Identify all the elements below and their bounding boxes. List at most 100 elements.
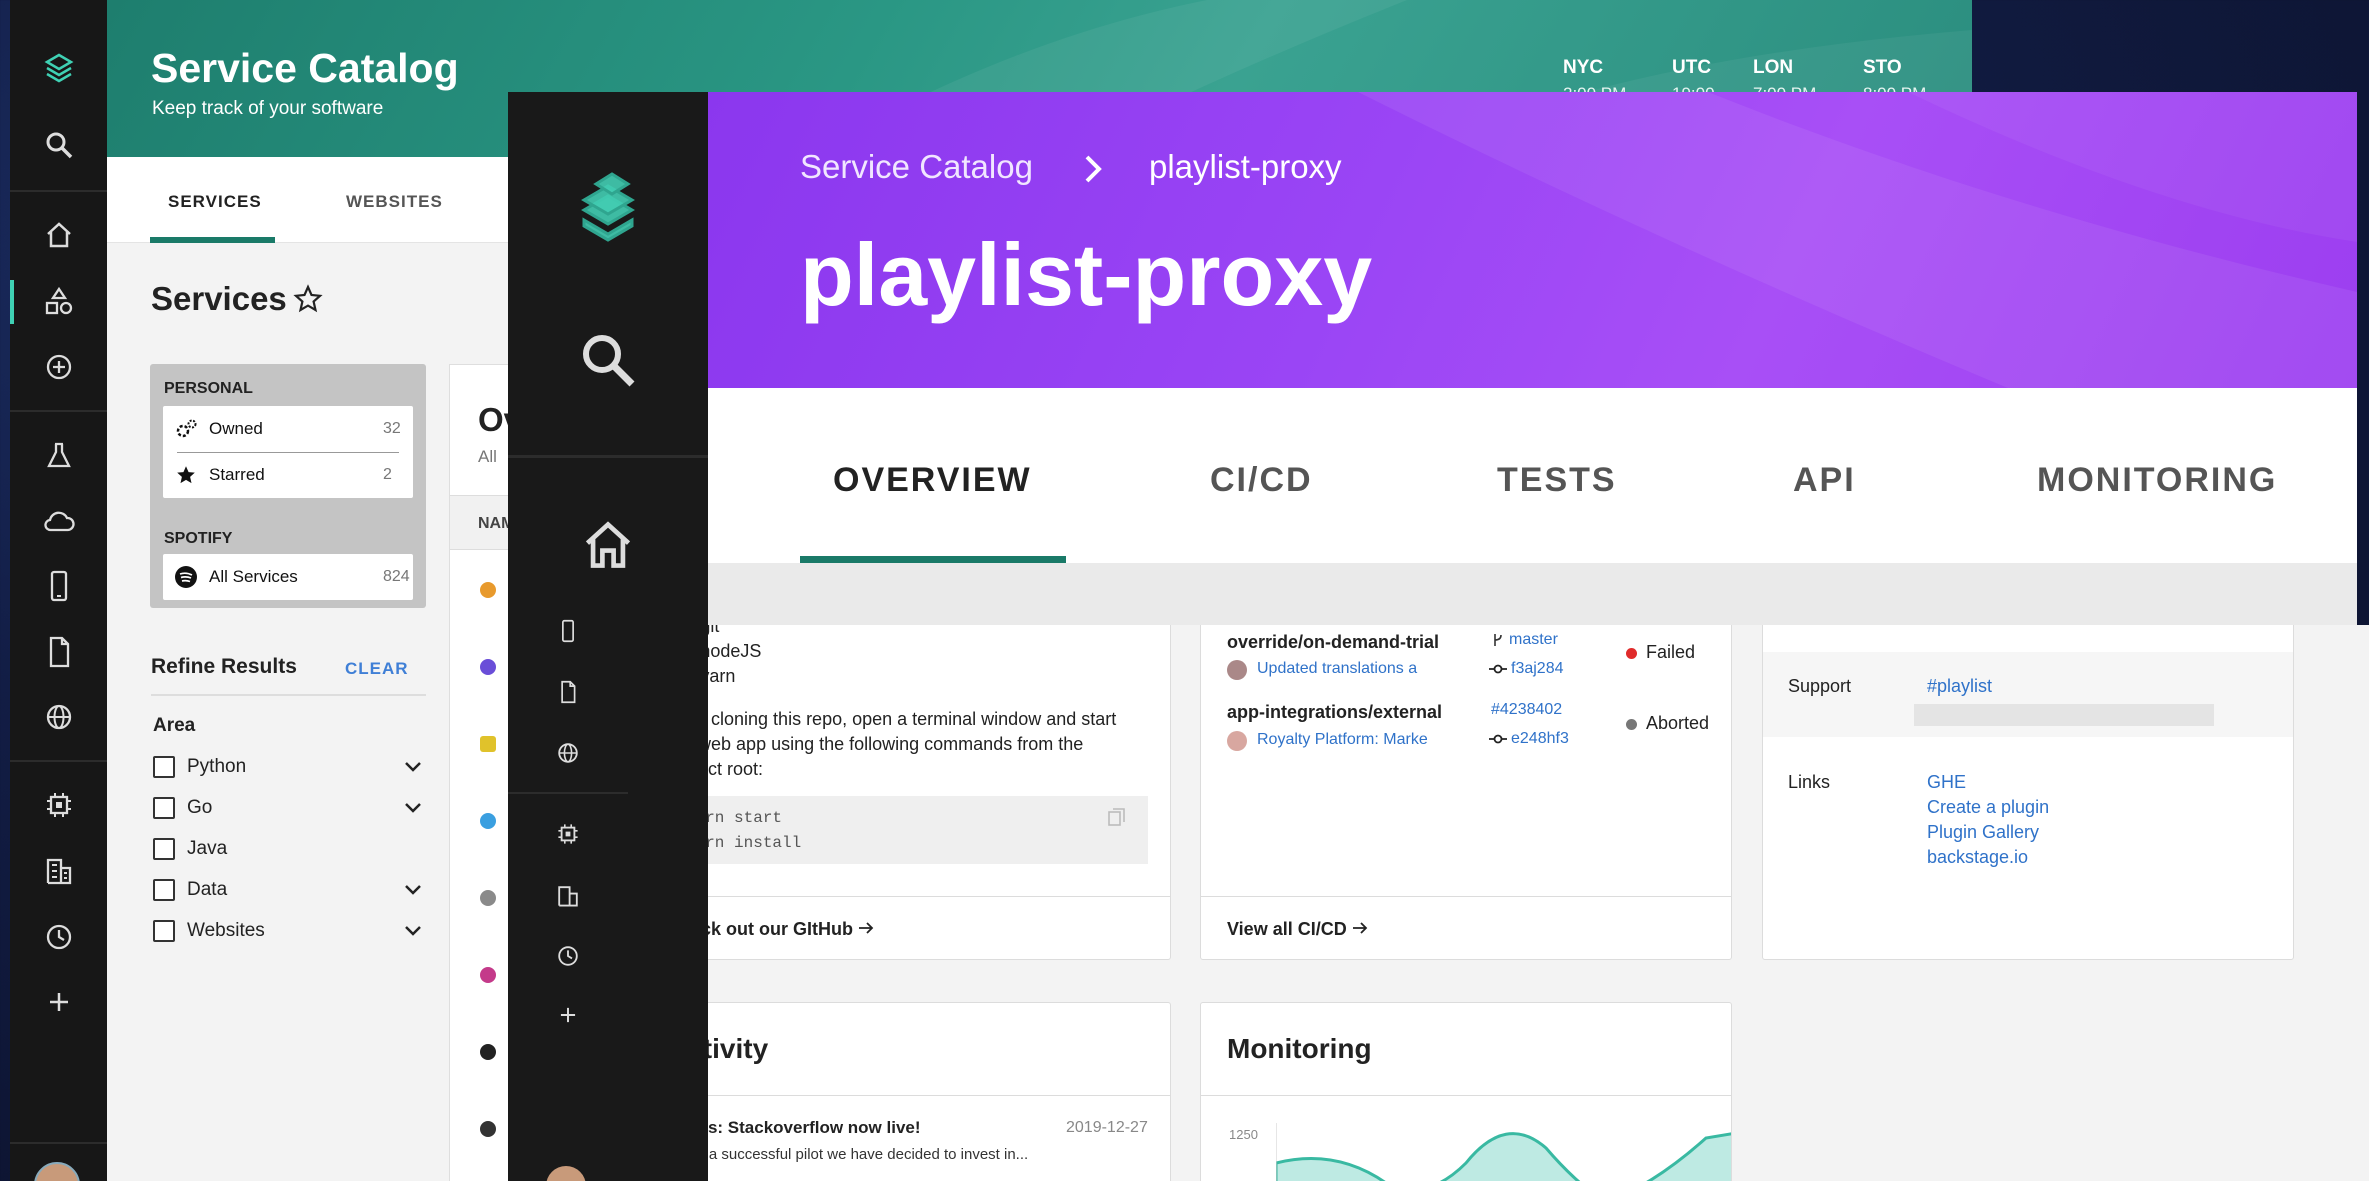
link-backstage[interactable]: backstage.io [1927,847,2028,868]
link-plugin-gallery[interactable]: Plugin Gallery [1927,822,2039,843]
tab-monitoring[interactable]: MONITORING [2037,461,2277,500]
home-icon[interactable] [10,220,107,250]
add-circle-icon[interactable] [10,352,107,382]
document-icon[interactable] [10,636,107,668]
service-icon [480,1044,496,1060]
tab-websites[interactable]: WEBSITES [346,192,443,212]
link-create-plugin[interactable]: Create a plugin [1927,797,2049,818]
header-title: Service Catalog [151,45,459,91]
front-sidebar [508,92,708,1181]
area-option-go[interactable]: Go [153,793,423,823]
area-option-python[interactable]: Python [153,752,423,782]
tab-api[interactable]: API [1793,461,1856,500]
service-icon [480,813,496,829]
plus-icon[interactable] [10,988,107,1016]
chip-icon[interactable] [508,822,628,846]
tab-cicd[interactable]: CI/CD [1210,461,1313,500]
clear-button[interactable]: CLEAR [345,659,409,679]
area-option-java[interactable]: Java [153,834,423,864]
filter-owned-label: Owned [209,419,263,438]
clock-icon[interactable] [508,944,628,968]
chevron-down-icon[interactable] [403,801,423,815]
globe-icon[interactable] [508,741,628,765]
card-divider [1201,1095,1731,1096]
support-label: Support [1788,676,1852,696]
front-body: • git • nodeJS • yarn After cloning this… [600,615,2369,1181]
readme-footer[interactable]: Check out our GItHub [641,896,1170,959]
mobile-icon[interactable] [10,570,107,602]
area-option-label: Python [187,756,247,777]
area-option-data[interactable]: Data [153,875,423,905]
home-icon[interactable] [508,517,708,573]
code-block: yarn start yarn install [668,796,1148,864]
area-option-label: Data [187,879,228,900]
cicd-card: override/on-demand-trial Updated transla… [1200,615,1732,960]
news-title[interactable]: News: Stackoverflow now live! [673,1118,921,1138]
logo-icon[interactable] [10,48,107,88]
area-option-websites[interactable]: Websites [153,916,423,946]
area-option-label: Websites [187,920,265,941]
copy-icon[interactable] [1106,806,1128,828]
service-icon [480,967,496,983]
chip-icon[interactable] [10,790,107,820]
checkbox[interactable] [153,838,175,860]
checkbox[interactable] [153,920,175,942]
tab-services[interactable]: SERVICES [168,192,262,212]
chevron-down-icon[interactable] [403,883,423,897]
support-placeholder [1914,704,2214,726]
cicd-sha[interactable]: e248hf3 [1511,730,1569,748]
checkbox[interactable] [153,879,175,901]
avatar[interactable] [546,1166,586,1181]
clock-icon[interactable] [10,922,107,952]
cicd-commit-message[interactable]: Updated translations a [1257,660,1427,678]
cicd-branch[interactable]: app-integrations/external [1227,702,1442,723]
filter-owned[interactable]: Owned 32 [163,407,413,451]
spotify-icon [163,565,209,589]
chevron-down-icon[interactable] [403,760,423,774]
search-icon[interactable] [508,330,708,390]
cloud-icon[interactable] [10,506,107,536]
document-icon[interactable] [508,679,628,705]
cicd-branch[interactable]: override/on-demand-trial [1227,632,1439,653]
breadcrumb-parent[interactable]: Service Catalog [800,148,1033,186]
building-icon[interactable] [10,856,107,886]
star-outline-icon[interactable] [293,284,323,314]
globe-icon[interactable] [10,702,107,732]
sidebar-divider [508,792,628,794]
plus-icon[interactable] [508,1004,628,1026]
tab-overview[interactable]: OVERVIEW [833,461,1032,500]
checkbox[interactable] [153,797,175,819]
flask-icon[interactable] [10,440,107,470]
logo-icon[interactable] [508,166,708,250]
checkbox[interactable] [153,756,175,778]
support-channel-link[interactable]: #playlist [1927,676,1992,697]
building-icon[interactable] [508,884,628,908]
cicd-commit-message[interactable]: Royalty Platform: Marke [1257,731,1427,749]
search-icon[interactable] [10,130,107,160]
cicd-ref[interactable]: master [1509,631,1558,649]
filter-owned-count: 32 [383,420,401,437]
readme-paragraph-line: After cloning this repo, open a terminal… [668,709,1117,729]
chevron-down-icon[interactable] [403,924,423,938]
back-sidebar [10,0,107,1181]
status-badge: Failed [1646,642,1696,662]
view-all-cicd-link[interactable]: View all CI/CD [1227,919,1347,940]
timezone-label: NYC [1563,57,1604,78]
avatar[interactable] [34,1162,80,1181]
cicd-footer[interactable]: View all CI/CD [1201,896,1731,959]
sidebar-divider [10,190,107,192]
status-badge: Aborted [1646,713,1710,733]
cicd-ref[interactable]: #4238402 [1491,701,1562,719]
mobile-icon[interactable] [508,618,628,644]
tab-tests[interactable]: TESTS [1497,461,1617,500]
cicd-sha[interactable]: f3aj284 [1511,660,1564,678]
catalog-shapes-icon[interactable] [10,286,107,316]
filter-starred[interactable]: Starred 2 [163,453,413,497]
service-icon [480,582,496,598]
tab-indicator [150,237,275,243]
news-text: After a successful pilot we have decided… [673,1146,1029,1163]
link-ghe[interactable]: GHE [1927,772,1966,793]
gears-icon [163,418,209,440]
star-filled-icon [163,464,209,486]
filter-all-services[interactable]: All Services 824 [163,555,413,599]
